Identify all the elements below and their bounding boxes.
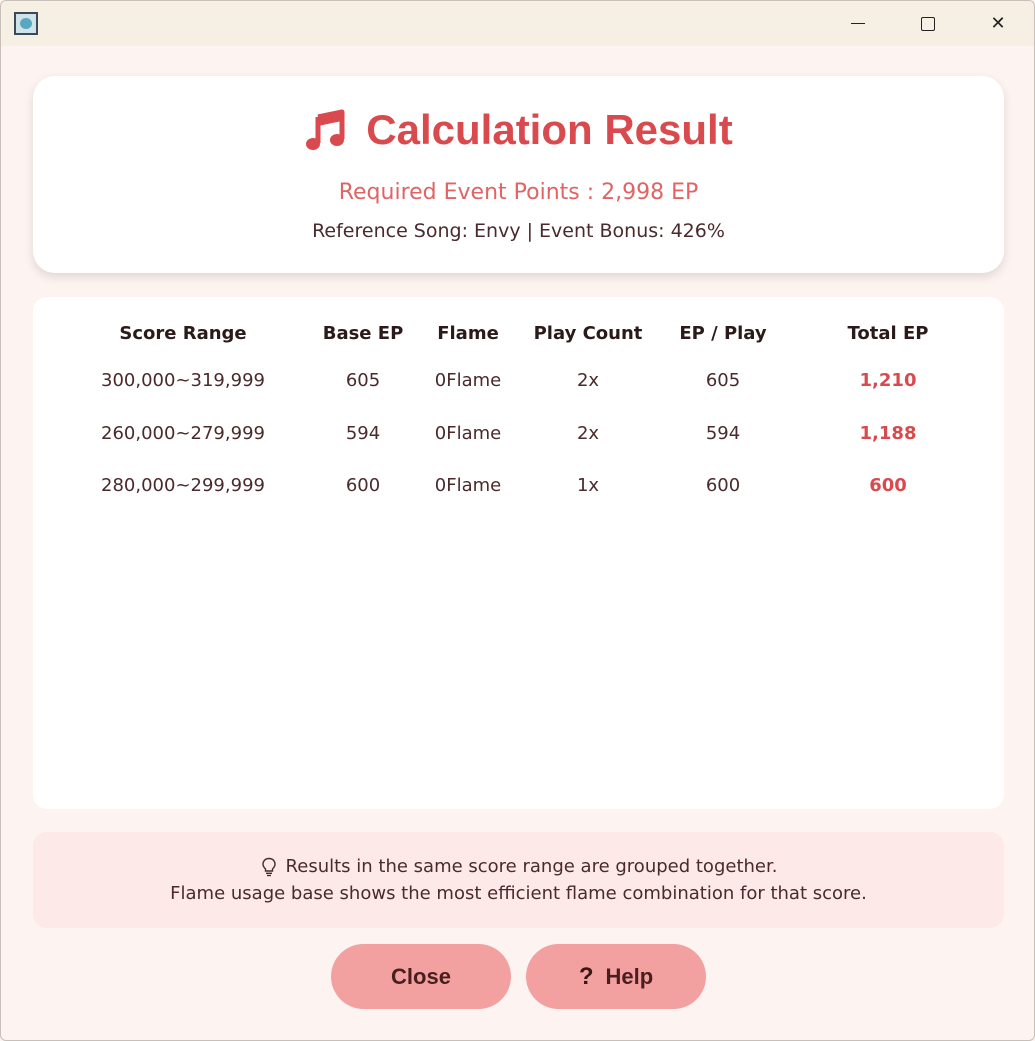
base-ep-cell: 605	[345, 370, 381, 391]
flame-cell: 0Flame	[434, 423, 502, 444]
ep-per-play-cell: 605	[705, 370, 741, 391]
total-ep-cell: 1,210	[859, 370, 917, 391]
minimize-icon	[851, 23, 865, 24]
title-bar: ✕	[1, 1, 1034, 46]
app-window: ✕ Calculation Result Required Event Poin…	[0, 0, 1035, 1041]
ep-per-play-cell: 594	[705, 423, 741, 444]
total-ep-cell: 1,188	[859, 423, 917, 444]
table-row: 300,000~319,999 605 0Flame 2x 605 1,210	[33, 366, 1004, 396]
score-range-cell: 280,000~299,999	[101, 475, 265, 496]
page-title: Calculation Result	[366, 106, 733, 153]
column-header-total-ep: Total EP	[847, 323, 929, 344]
title-row: Calculation Result	[33, 106, 1004, 154]
play-count-cell: 2x	[576, 423, 600, 444]
note-line-1: Results in the same score range are grou…	[33, 856, 1004, 877]
table-row: 260,000~279,999 594 0Flame 2x 594 1,188	[33, 419, 1004, 449]
maximize-button[interactable]	[893, 1, 963, 46]
question-icon: ?	[578, 962, 594, 990]
maximize-icon	[921, 16, 935, 31]
flame-cell: 0Flame	[434, 370, 502, 391]
help-button[interactable]: ? Help	[526, 944, 706, 1009]
music-note-icon	[306, 109, 345, 150]
play-count-cell: 1x	[576, 475, 600, 496]
lightbulb-icon	[261, 857, 276, 876]
column-header-ep-per-play: EP / Play	[679, 323, 767, 344]
column-header-base-ep: Base EP	[322, 323, 404, 344]
result-table-card: Score Range Base EP Flame Play Count EP …	[33, 297, 1004, 809]
column-header-play-count: Play Count	[533, 323, 643, 344]
score-range-cell: 300,000~319,999	[101, 370, 265, 391]
note-line-2: Flame usage base shows the most efficien…	[170, 883, 867, 904]
base-ep-cell: 594	[345, 423, 381, 444]
help-button-label: Help	[605, 963, 654, 989]
ep-per-play-cell: 600	[705, 475, 741, 496]
reference-song-info: Reference Song: Envy | Event Bonus: 426%	[312, 220, 725, 242]
result-header-card: Calculation Result Required Event Points…	[33, 76, 1004, 273]
close-button[interactable]: Close	[331, 944, 511, 1009]
required-event-points: Required Event Points : 2,998 EP	[338, 180, 699, 205]
note-line-1-text: Results in the same score range are grou…	[285, 856, 778, 877]
column-header-score-range: Score Range	[119, 323, 247, 344]
total-ep-cell: 600	[869, 475, 907, 496]
minimize-button[interactable]	[823, 1, 893, 46]
table-header-row: Score Range Base EP Flame Play Count EP …	[33, 319, 1004, 349]
base-ep-cell: 600	[345, 475, 381, 496]
close-button-label: Close	[391, 963, 451, 989]
play-count-cell: 2x	[576, 370, 600, 391]
app-icon	[14, 12, 38, 35]
score-range-cell: 260,000~279,999	[101, 423, 265, 444]
column-header-flame: Flame	[437, 323, 499, 344]
close-window-button[interactable]: ✕	[963, 1, 1033, 46]
info-note: Results in the same score range are grou…	[33, 832, 1004, 928]
close-icon: ✕	[990, 13, 1006, 34]
flame-cell: 0Flame	[434, 475, 502, 496]
table-row: 280,000~299,999 600 0Flame 1x 600 600	[33, 471, 1004, 501]
